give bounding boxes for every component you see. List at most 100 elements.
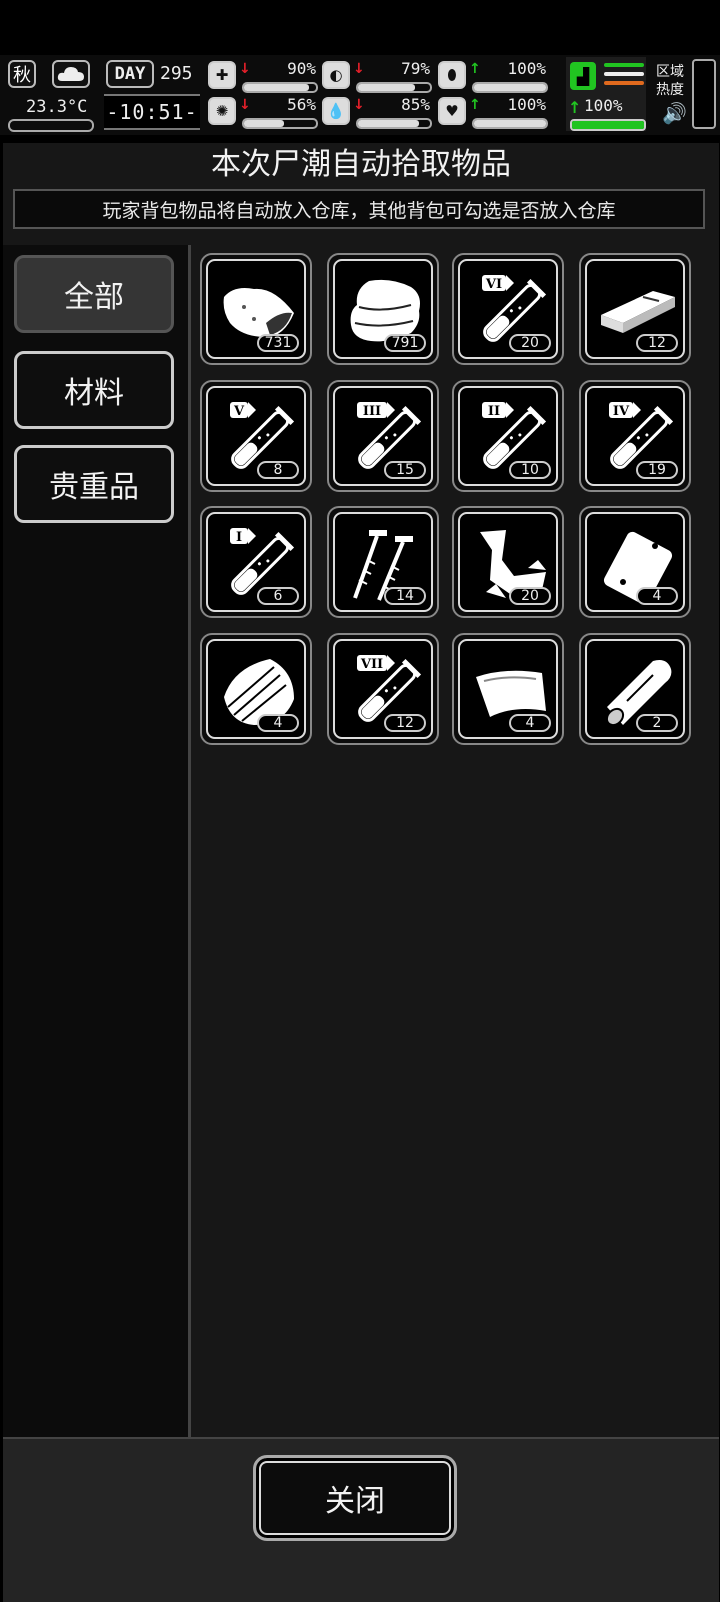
stat-bar-fill: [244, 120, 285, 127]
stat-bar: [472, 118, 548, 129]
item-slot[interactable]: 4: [452, 633, 564, 745]
stat-heart: ♥ ↑ 100%: [438, 95, 548, 129]
day-number: 295: [160, 63, 193, 84]
item-frame: 4: [585, 512, 685, 612]
item-frame: 14: [333, 512, 433, 612]
item-frame: V8: [206, 386, 306, 486]
temperature-readout: 23.3°C: [26, 97, 88, 117]
item-count: 12: [636, 334, 678, 352]
item-slot[interactable]: 14: [327, 506, 439, 618]
item-count: 2: [636, 714, 678, 732]
stat-bar-fill: [358, 84, 415, 91]
item-count: 4: [509, 714, 551, 732]
day-label: DAY: [106, 60, 154, 88]
stat-bar: [356, 82, 432, 93]
item-frame: VII 12: [333, 639, 433, 739]
footer-bar: 关闭: [3, 1437, 719, 1602]
item-count: 4: [257, 714, 299, 732]
item-frame: 20: [458, 512, 558, 612]
page-title: 本次尸潮自动拾取物品: [211, 147, 511, 182]
region-heat-meter: [692, 59, 716, 129]
tier-label: VII: [360, 657, 383, 672]
pill-icon: ⬮: [438, 61, 466, 89]
category-tab[interactable]: 全部: [14, 255, 174, 333]
green-stripe: [604, 63, 644, 67]
item-slot[interactable]: II 10: [452, 380, 564, 492]
stat-value: 100%: [507, 95, 546, 114]
item-count: 15: [384, 461, 426, 479]
tier-label: II: [488, 404, 500, 419]
item-frame: VI 20: [458, 259, 558, 359]
stat-bar-fill: [474, 84, 546, 91]
category-tab[interactable]: 贵重品: [14, 445, 174, 523]
item-slot[interactable]: VII 12: [327, 633, 439, 745]
stat-water-drop: 💧 ↓ 85%: [322, 95, 432, 129]
item-frame: III 15: [333, 386, 433, 486]
cloudy-weather-icon: [52, 60, 90, 88]
trend-down-arrow: ↓: [353, 97, 365, 113]
item-slot[interactable]: 20: [452, 506, 564, 618]
item-frame: 791: [333, 259, 433, 359]
item-frame: 12: [585, 259, 685, 359]
item-slot[interactable]: V8: [200, 380, 312, 492]
close-button[interactable]: 关闭: [253, 1455, 457, 1541]
white-stripe: [604, 72, 644, 76]
item-frame: 2: [585, 639, 685, 739]
item-count: 6: [257, 587, 299, 605]
item-count: 8: [257, 461, 299, 479]
item-slot[interactable]: 791: [327, 253, 439, 365]
trend-up-arrow: ↑: [469, 97, 481, 113]
item-frame: IV 19: [585, 386, 685, 486]
item-slot[interactable]: III 15: [327, 380, 439, 492]
brain-icon: ✺: [208, 97, 236, 125]
stat-value: 56%: [287, 95, 316, 114]
auto-pickup-panel: 本次尸潮自动拾取物品 玩家背包物品将自动放入仓库，其他背包可勾选是否放入仓库 全…: [3, 143, 719, 1602]
stamina-stripes: [604, 63, 644, 90]
trend-up-arrow: ↑: [469, 61, 481, 77]
water-drop-icon: 💧: [322, 97, 350, 125]
speaker-icon[interactable]: 🔊: [662, 101, 687, 125]
tier-label: VI: [485, 277, 502, 292]
item-slot[interactable]: 12: [579, 253, 691, 365]
item-slot[interactable]: VI 20: [452, 253, 564, 365]
item-slot[interactable]: 4: [579, 506, 691, 618]
category-tab[interactable]: 材料: [14, 351, 174, 429]
item-count: 10: [509, 461, 551, 479]
item-slot[interactable]: IV 19: [579, 380, 691, 492]
stat-value: 90%: [287, 59, 316, 78]
item-frame: II 10: [458, 386, 558, 486]
stat-pill: ⬮ ↑ 100%: [438, 59, 548, 93]
stamina-bar: [570, 119, 646, 131]
status-hud: 秋 23.3°C DAY 295 -10:51- ✚ ↓ 90% ◐ ↓ 79% ⬮ ↑ 100…: [0, 55, 720, 135]
stat-medkit: ✚ ↓ 90%: [208, 59, 318, 93]
region-heat-label: 区域热度: [656, 64, 684, 98]
heart-icon: ♥: [438, 97, 466, 125]
item-slot[interactable]: 2: [579, 633, 691, 745]
item-frame: 4: [458, 639, 558, 739]
item-frame: 731: [206, 259, 306, 359]
stat-bar-fill: [244, 84, 309, 91]
trend-down-arrow: ↓: [239, 97, 251, 113]
item-slot[interactable]: 4: [200, 633, 312, 745]
item-slot[interactable]: I6: [200, 506, 312, 618]
stat-value: 79%: [401, 59, 430, 78]
tier-label: I: [236, 530, 242, 545]
stat-bar: [356, 118, 432, 129]
stat-value: 100%: [507, 59, 546, 78]
trend-down-arrow: ↓: [239, 61, 251, 77]
game-clock: -10:51-: [104, 94, 200, 130]
stamina-up-arrow: ↑: [568, 98, 582, 117]
medkit-icon: ✚: [208, 61, 236, 89]
item-count: 731: [257, 334, 299, 352]
stamina-panel: ▟ ↑ 100%: [566, 57, 646, 131]
item-count: 4: [636, 587, 678, 605]
stat-bar-fill: [358, 120, 420, 127]
season-label: 秋: [13, 65, 31, 86]
item-slot[interactable]: 731: [200, 253, 312, 365]
boot-icon: ▟: [570, 62, 596, 90]
stat-brain: ✺ ↓ 56%: [208, 95, 318, 129]
season-indicator: 秋: [8, 60, 36, 88]
stat-bar: [242, 82, 318, 93]
item-count: 14: [384, 587, 426, 605]
stamina-fill: [572, 121, 644, 129]
